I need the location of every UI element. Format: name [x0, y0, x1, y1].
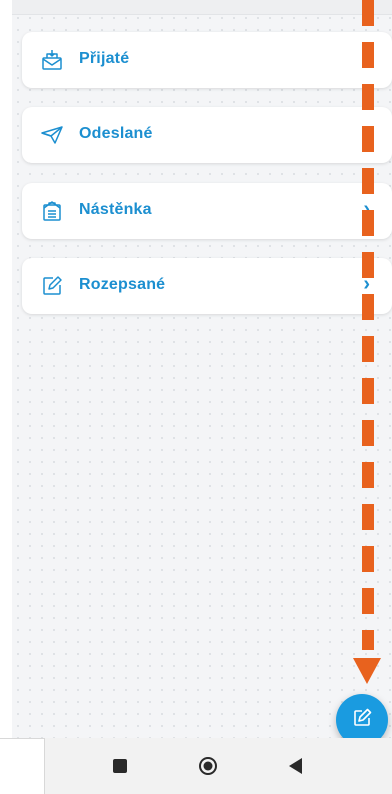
menu-item-label: Nástěnka — [79, 201, 152, 218]
header-edge — [12, 0, 392, 15]
annotation-dashed-line — [362, 0, 374, 650]
board-icon — [40, 199, 64, 223]
home-circle-icon[interactable] — [194, 752, 222, 780]
menu-item-label: Přijaté — [79, 50, 130, 67]
edit-draft-icon — [40, 274, 64, 298]
menu-item-rozepsane[interactable]: Rozepsané › — [22, 258, 392, 314]
app-screen: Přijaté › Odeslané › Nástěnka › — [0, 0, 392, 794]
paper-plane-icon — [40, 123, 64, 147]
inbox-icon — [40, 48, 64, 72]
menu-item-label: Rozepsané — [79, 276, 166, 293]
system-nav-bar — [0, 738, 392, 794]
menu-item-prijate[interactable]: Přijaté › — [22, 32, 392, 88]
menu-item-odeslane[interactable]: Odeslané › — [22, 107, 392, 163]
annotation-arrow-head — [353, 658, 381, 684]
recents-square-icon[interactable] — [106, 752, 134, 780]
nav-bar-side-panel — [0, 738, 45, 794]
compose-icon — [350, 706, 374, 735]
back-triangle-icon[interactable] — [282, 752, 310, 780]
menu-item-label: Odeslané — [79, 125, 153, 142]
menu-item-nastenka[interactable]: Nástěnka › — [22, 183, 392, 239]
